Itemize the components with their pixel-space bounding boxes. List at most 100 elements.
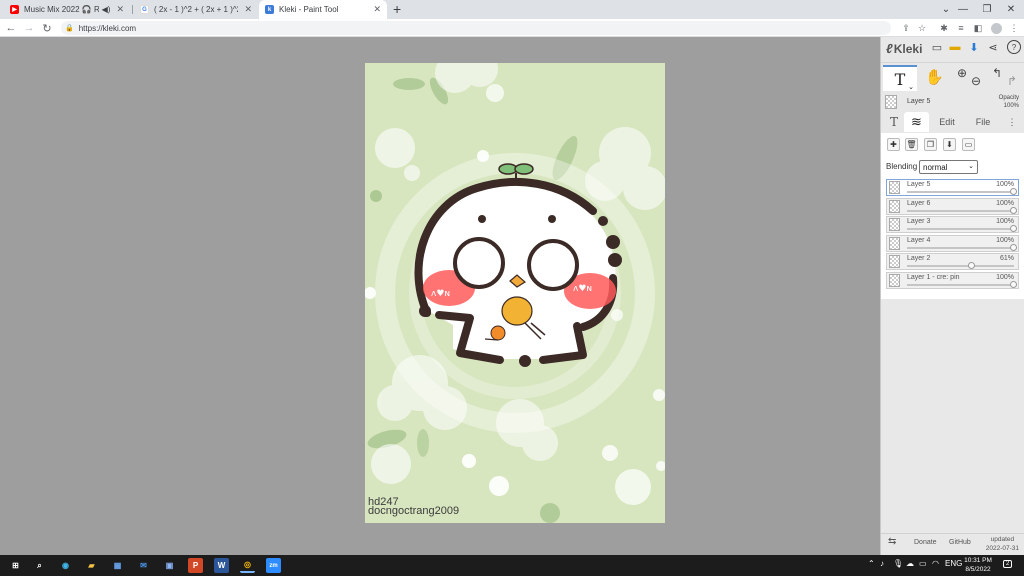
extensions-icon[interactable]: ✱ <box>936 20 952 36</box>
onedrive-icon[interactable]: ☁ <box>906 559 914 568</box>
rename-layer-button[interactable]: ▭ <box>962 138 975 151</box>
tab-tool-settings[interactable]: T <box>885 112 903 132</box>
layer-row[interactable]: Layer 4 100% <box>886 234 1019 252</box>
menu-kebab-icon[interactable]: ⋮ <box>1006 20 1022 36</box>
new-file-icon[interactable]: ▭ <box>930 40 944 54</box>
updated-label: updated <box>990 536 1015 543</box>
help-icon[interactable]: ? <box>1007 40 1021 54</box>
github-link[interactable]: GitHub <box>949 539 971 546</box>
store-icon[interactable]: ▦ <box>110 558 125 573</box>
tab-layers[interactable]: ≋ <box>904 112 929 132</box>
reload-button[interactable]: ↻ <box>39 19 55 37</box>
svg-text:ʌ♥ɴ: ʌ♥ɴ <box>573 284 592 294</box>
new-tab-button[interactable]: + <box>393 1 401 17</box>
tab-title: ( 2x - 1 )^2 + ( 2x + 1 )^2 - 2.( 2x <box>154 5 238 14</box>
layer-row[interactable]: Layer 2 61% <box>886 253 1019 270</box>
blending-select[interactable]: normal ⌄ <box>919 160 978 174</box>
layer-opacity: 100% <box>996 273 1014 281</box>
delete-layer-button[interactable]: 🗑 <box>905 138 918 151</box>
chrome-icon[interactable]: ◎ <box>240 558 255 573</box>
artwork: ʌ♥ɴ ʌ♥ɴ <box>365 63 665 523</box>
slider-knob[interactable] <box>968 262 976 269</box>
layer-opacity-slider[interactable] <box>907 280 1017 288</box>
notifications-icon[interactable]: 2 <box>1003 560 1013 568</box>
merge-layer-button[interactable]: ⬇ <box>943 138 956 151</box>
drawing-canvas[interactable]: ʌ♥ɴ ʌ♥ɴ hd247 docngoctrang2009 <box>365 63 665 523</box>
profile-avatar[interactable] <box>988 20 1004 36</box>
tab-google-search[interactable]: G ( 2x - 1 )^2 + ( 2x + 1 )^2 - 2.( 2x ✕ <box>134 0 258 19</box>
layer-name: Layer 1 - cre: pin <box>907 273 960 281</box>
layer-opacity-slider[interactable] <box>907 243 1017 251</box>
text-tool-icon: T <box>894 69 906 89</box>
slider-knob[interactable] <box>1010 225 1017 232</box>
slider-knob[interactable] <box>1010 206 1017 214</box>
kleki-logo-icon: ℓ <box>886 41 893 56</box>
layer-thumbnail <box>885 95 897 109</box>
clock[interactable]: 10:31 PM 8/5/2022 <box>960 556 996 574</box>
layer-row[interactable]: Layer 6 100% <box>886 197 1019 215</box>
redo-icon[interactable]: ↱ <box>1007 74 1017 88</box>
microphone-icon[interactable]: 🎙 <box>893 559 903 568</box>
chevron-up-icon[interactable]: ⌃ <box>868 559 875 568</box>
powerpoint-icon[interactable]: P <box>188 558 203 573</box>
url-field[interactable]: 🔒 https://kleki.com <box>61 21 891 35</box>
tab-kleki[interactable]: k Kleki - Paint Tool ✕ <box>259 0 387 19</box>
layer-row[interactable]: Layer 5 100% <box>886 179 1019 196</box>
search-icon[interactable]: ⌕ <box>32 558 47 573</box>
back-button[interactable]: ← <box>3 19 19 37</box>
layer-row[interactable]: Layer 1 - cre: pin 100% <box>886 271 1019 289</box>
layers-list: Layer 5 100% Layer 6 100% Layer 3 100% Layer 4… <box>881 179 1024 299</box>
forward-button[interactable]: → <box>21 19 37 37</box>
layer-row[interactable]: Layer 3 100% <box>886 216 1019 233</box>
wifi-icon[interactable]: ◠ <box>932 559 939 568</box>
chevron-down-icon: ⌄ <box>908 84 914 91</box>
file-explorer-icon[interactable]: ▰ <box>84 558 99 573</box>
slider-knob[interactable] <box>1010 243 1017 251</box>
star-icon[interactable]: ☆ <box>914 20 930 36</box>
share-icon[interactable]: ⋖ <box>986 40 1000 54</box>
text-tool-button[interactable]: T ⌄ <box>883 65 917 91</box>
tab-file[interactable]: File <box>969 112 997 132</box>
layer-thumbnail <box>889 181 900 194</box>
layer-opacity-slider[interactable] <box>907 206 1017 214</box>
updated-date: 2022-07-31 <box>985 545 1019 552</box>
word-icon[interactable]: W <box>214 558 229 573</box>
slider-knob[interactable] <box>1010 280 1017 288</box>
windows-start-icon[interactable]: ⊞ <box>8 558 23 573</box>
more-options-icon[interactable]: ⋮ <box>1005 112 1019 132</box>
layer-opacity-slider[interactable] <box>907 262 1014 269</box>
open-folder-icon[interactable]: ▬ <box>948 40 962 54</box>
speaker-icon[interactable]: ◀) <box>102 5 111 14</box>
layers-icon: ≋ <box>911 114 922 129</box>
share-icon[interactable]: ⇪ <box>898 20 914 36</box>
swap-sides-icon[interactable]: ⇆ <box>888 536 896 547</box>
slider-knob[interactable] <box>1010 188 1017 195</box>
camera-icon[interactable]: ▣ <box>162 558 177 573</box>
mail-icon[interactable]: ✉ <box>136 558 151 573</box>
donate-link[interactable]: Donate <box>914 539 937 546</box>
add-layer-button[interactable]: ✚ <box>887 138 900 151</box>
side-panel-icon[interactable]: ◧ <box>970 20 986 36</box>
close-icon[interactable]: ✕ <box>373 4 381 15</box>
hand-tool-icon[interactable]: ✋ <box>925 68 944 86</box>
youtube-icon: ▶ <box>10 5 19 14</box>
media-icon[interactable]: ≡ <box>953 20 969 36</box>
drawing-stage[interactable]: ʌ♥ɴ ʌ♥ɴ hd247 docngoctrang2009 <box>0 37 880 555</box>
duplicate-layer-button[interactable]: ❐ <box>924 138 937 151</box>
zoom-app-icon[interactable]: zm <box>266 558 281 573</box>
layer-opacity-slider[interactable] <box>907 188 1017 195</box>
undo-icon[interactable]: ↰ <box>992 66 1002 80</box>
close-icon[interactable]: ✕ <box>116 4 124 15</box>
layer-opacity-slider[interactable] <box>907 225 1017 232</box>
download-icon[interactable]: ⬇ <box>967 40 981 54</box>
close-window-button[interactable]: ✕ <box>996 0 1024 19</box>
tab-edit[interactable]: Edit <box>933 112 961 132</box>
updated-info: updated 2022-07-31 <box>986 535 1019 553</box>
zoom-out-icon[interactable]: ⊖ <box>971 74 981 88</box>
edge-icon[interactable]: ◉ <box>58 558 73 573</box>
speaker-icon[interactable]: ♪ <box>880 559 884 568</box>
battery-icon[interactable]: ▭ <box>919 559 927 568</box>
close-icon[interactable]: ✕ <box>244 4 252 15</box>
tab-music-mix[interactable]: ▶ Music Mix 2022 🎧 Remixes ◀) ✕ <box>4 0 130 19</box>
zoom-in-icon[interactable]: ⊕ <box>957 66 967 80</box>
